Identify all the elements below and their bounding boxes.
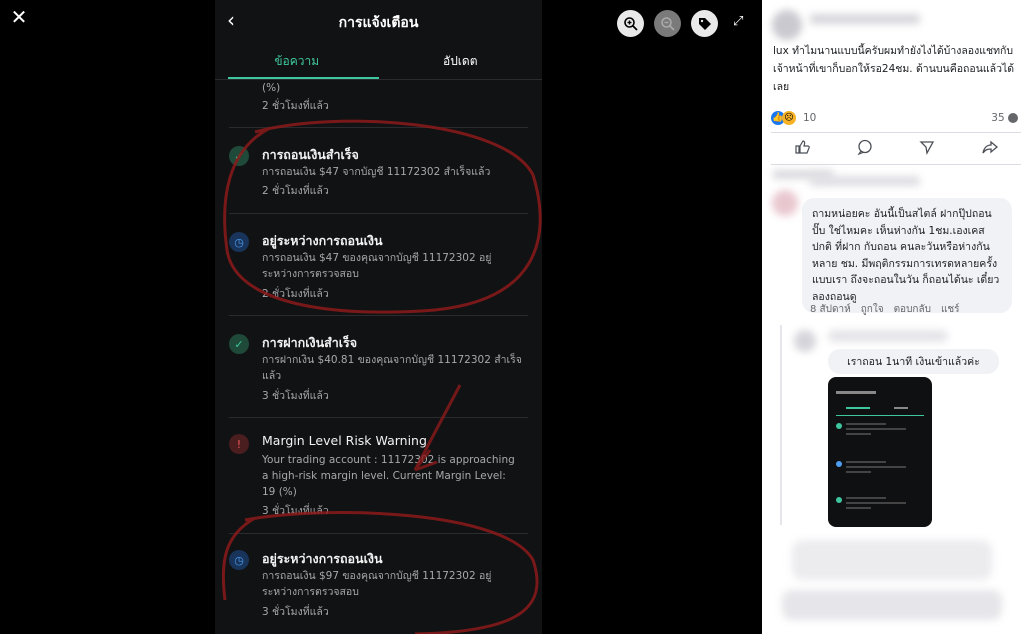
thumbnail-text-line	[846, 497, 886, 499]
post-text: lux ทำไมนานแบบนี้ครับผมทำยังไงได้บ้างลอง…	[773, 45, 1015, 93]
tag-icon[interactable]	[691, 10, 718, 37]
reaction-count[interactable]: 10	[803, 112, 816, 124]
divider	[771, 132, 1021, 133]
comment-count-value: 35	[991, 112, 1005, 124]
comment-time: 8 สัปดาห์	[810, 304, 851, 315]
thread-line	[780, 325, 782, 525]
comment-bubble-icon	[1008, 113, 1018, 123]
red-annotation-circles	[221, 119, 542, 634]
zoom-in-icon[interactable]	[617, 10, 644, 37]
author-name-blurred	[810, 14, 920, 24]
thumbnail-text-line	[846, 471, 871, 473]
comment-meta: 8 สัปดาห์ ถูกใจ ตอบกลับ แชร์	[810, 302, 960, 317]
more-comments-blurred	[782, 590, 1002, 620]
like-icon[interactable]	[794, 139, 811, 159]
sad-reaction-icon: ☹	[782, 111, 796, 125]
share-icon[interactable]	[982, 139, 998, 159]
zoom-out-icon[interactable]	[654, 10, 681, 37]
close-icon[interactable]: ✕	[8, 6, 30, 28]
thumbnail-underline	[836, 415, 924, 416]
reply-image-thumbnail[interactable]	[828, 377, 932, 527]
thumbnail-header-blurred	[836, 391, 876, 394]
check-icon	[836, 423, 842, 429]
reaction-row: 👍 ☹ 10 35	[771, 110, 1021, 128]
reply-name-blurred	[828, 330, 948, 342]
thumbnail-text-line	[846, 507, 871, 509]
reply-text: เราถอน 1นาที เงินเข้าแล้วค่ะ	[828, 349, 999, 374]
clock-icon	[836, 461, 842, 467]
post-actions	[771, 136, 1021, 162]
comment-text: ถามหน่อยคะ อันนี้เป็นสไตล์ ฝากปุ๊ปถอนปั๊…	[802, 198, 1012, 313]
thumbnail-text-line	[846, 461, 886, 463]
send-icon[interactable]	[919, 139, 935, 159]
comment-share-link[interactable]: แชร์	[941, 302, 960, 317]
post-sidebar: lux ทำไมนานแบบนี้ครับผมทำยังไงได้บ้างลอง…	[762, 0, 1024, 634]
comment-like-link[interactable]: ถูกใจ	[861, 302, 884, 317]
avatar	[772, 190, 798, 216]
thumbnail-text-line	[846, 423, 886, 425]
notification-screenshot: ‹ การแจ้งเตือน ข้อความ อัปเดต (%) 2 ชั่ว…	[215, 0, 542, 634]
more-comments-blurred	[792, 540, 992, 580]
comment-count[interactable]: 35	[991, 112, 1018, 124]
thumbnail-text-line	[846, 502, 906, 504]
thumbnail-text-line	[846, 466, 906, 468]
divider	[771, 164, 1021, 165]
comment-icon[interactable]	[857, 139, 873, 159]
thumbnail-tab-blurred	[894, 407, 908, 409]
commenter-name-blurred	[810, 176, 920, 186]
viewer-toolbar	[617, 10, 718, 37]
comment-reply-link[interactable]: ตอบกลับ	[894, 302, 931, 317]
expand-icon[interactable]: ⤢	[733, 14, 743, 29]
image-viewer: ✕ ⤢ ‹ การแจ้งเตือน ข้อความ อัปเดต (%) 2 …	[0, 0, 762, 634]
avatar	[772, 10, 802, 40]
thumbnail-text-line	[846, 428, 906, 430]
check-icon	[836, 497, 842, 503]
avatar	[794, 330, 816, 352]
thumbnail-text-line	[846, 433, 871, 435]
thumbnail-tab-blurred	[846, 407, 870, 409]
